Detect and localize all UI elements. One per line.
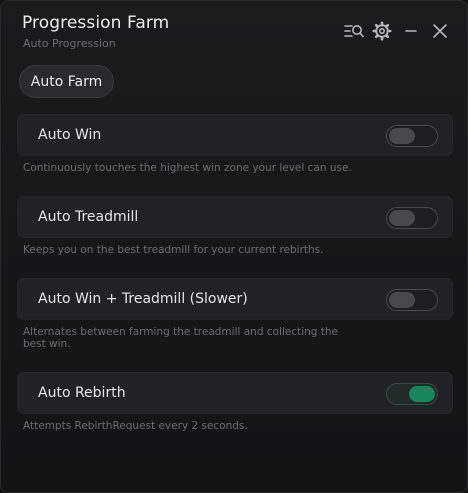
option-card-auto-win: Auto Win (17, 114, 453, 156)
window-title: Progression Farm (22, 13, 170, 33)
option-label: Auto Rebirth (38, 385, 126, 401)
tab-auto-farm[interactable]: Auto Farm (19, 65, 114, 98)
auto-win-toggle[interactable] (386, 125, 438, 147)
option-label: Auto Win (38, 127, 102, 143)
progression-farm-window: Progression Farm Auto Progression Auto F… (0, 0, 468, 493)
toggle-knob (409, 386, 435, 402)
minimize-icon[interactable] (400, 20, 422, 42)
auto-treadmill-toggle[interactable] (386, 207, 438, 229)
option-label: Auto Win + Treadmill (Slower) (38, 291, 248, 307)
toggle-knob (389, 210, 415, 226)
option-card-auto-treadmill: Auto Treadmill (17, 196, 453, 238)
toggle-knob (389, 128, 415, 144)
auto-win-treadmill-toggle[interactable] (386, 289, 438, 311)
option-description: Keeps you on the best treadmill for your… (23, 244, 324, 256)
option-description: Continuously touches the highest win zon… (23, 162, 352, 174)
window-subtitle: Auto Progression (23, 37, 116, 50)
auto-rebirth-toggle[interactable] (386, 383, 438, 405)
close-icon[interactable] (429, 20, 451, 42)
option-description: Alternates between farming the treadmill… (23, 326, 339, 350)
search-list-icon[interactable] (343, 20, 365, 42)
option-label: Auto Treadmill (38, 209, 139, 225)
gear-icon[interactable] (371, 20, 393, 42)
toggle-knob (389, 292, 415, 308)
option-card-auto-win-treadmill: Auto Win + Treadmill (Slower) (17, 278, 453, 320)
option-card-auto-rebirth: Auto Rebirth (17, 372, 453, 414)
option-description: Attempts RebirthRequest every 2 seconds. (23, 420, 248, 432)
